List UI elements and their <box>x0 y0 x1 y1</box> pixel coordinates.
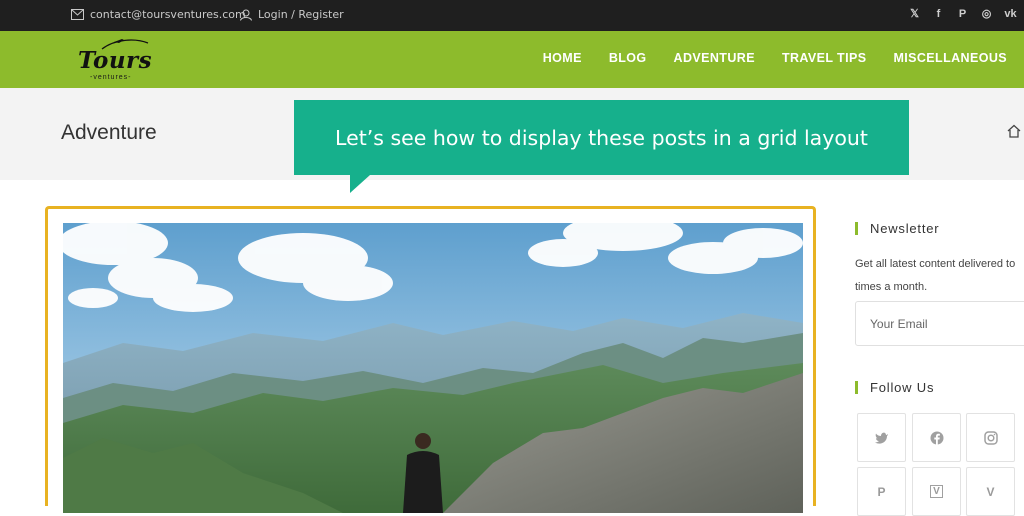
site-logo[interactable]: Tours -ventures- <box>78 37 168 83</box>
twitter-icon <box>874 432 888 444</box>
featured-post-highlight <box>45 206 816 513</box>
follow-vine-button[interactable]: V <box>966 467 1015 516</box>
callout-text: Let’s see how to display these posts in … <box>335 125 868 150</box>
newsletter-email-input[interactable] <box>855 301 1024 346</box>
facebook-icon <box>930 431 943 445</box>
newsletter-description: Get all latest content delivered to time… <box>855 253 1024 299</box>
top-bar: contact@toursventures.com Login / Regist… <box>0 0 1024 31</box>
nav-miscellaneous[interactable]: MISCELLANEOUS <box>893 51 1007 65</box>
newsletter-text-line-1: Get all latest content delivered to <box>855 258 1016 270</box>
page-title: Adventure <box>61 121 157 144</box>
follow-vimeo-button[interactable]: V <box>912 467 961 516</box>
login-label: Login / Register <box>258 8 344 21</box>
vk-icon[interactable]: vk <box>1003 6 1018 21</box>
user-icon <box>240 9 252 21</box>
follow-twitter-button[interactable] <box>857 413 906 462</box>
main-menu: HOME BLOG ADVENTURE TRAVEL TIPS MISCELLA… <box>543 51 1007 65</box>
facebook-icon[interactable]: f <box>931 6 946 21</box>
main-nav-bar: Tours -ventures- HOME BLOG ADVENTURE TRA… <box>0 31 1024 88</box>
mountain-landscape-image <box>63 223 803 513</box>
contact-email: contact@toursventures.com <box>90 8 246 21</box>
post-featured-image[interactable] <box>63 223 803 513</box>
logo-word: Tours <box>78 47 153 74</box>
follow-us-title: Follow Us <box>855 380 934 395</box>
newsletter-text-line-2: times a month. <box>855 281 928 293</box>
pinterest-icon[interactable]: P <box>955 6 970 21</box>
newsletter-title: Newsletter <box>855 221 939 236</box>
follow-pinterest-button[interactable]: P <box>857 467 906 516</box>
vine-icon: V <box>986 484 995 499</box>
pinterest-icon: P <box>877 484 886 499</box>
login-register-link[interactable]: Login / Register <box>240 8 344 21</box>
envelope-icon <box>71 9 84 20</box>
logo-subtitle: -ventures- <box>90 74 132 81</box>
nav-travel-tips[interactable]: TRAVEL TIPS <box>782 51 867 65</box>
nav-home[interactable]: HOME <box>543 51 582 65</box>
follow-instagram-button[interactable] <box>966 413 1015 462</box>
callout-pointer <box>350 175 370 193</box>
twitter-icon[interactable]: 𝕏 <box>907 6 922 21</box>
follow-facebook-button[interactable] <box>912 413 961 462</box>
tutorial-callout: Let’s see how to display these posts in … <box>294 100 909 175</box>
instagram-icon <box>983 430 998 445</box>
dribbble-icon[interactable]: ◎ <box>979 6 994 21</box>
contact-link[interactable]: contact@toursventures.com <box>71 8 246 21</box>
social-links: 𝕏 f P ◎ vk <box>907 6 1018 21</box>
home-icon[interactable] <box>1007 124 1021 138</box>
vimeo-icon: V <box>930 485 943 498</box>
nav-adventure[interactable]: ADVENTURE <box>674 51 755 65</box>
nav-blog[interactable]: BLOG <box>609 51 647 65</box>
